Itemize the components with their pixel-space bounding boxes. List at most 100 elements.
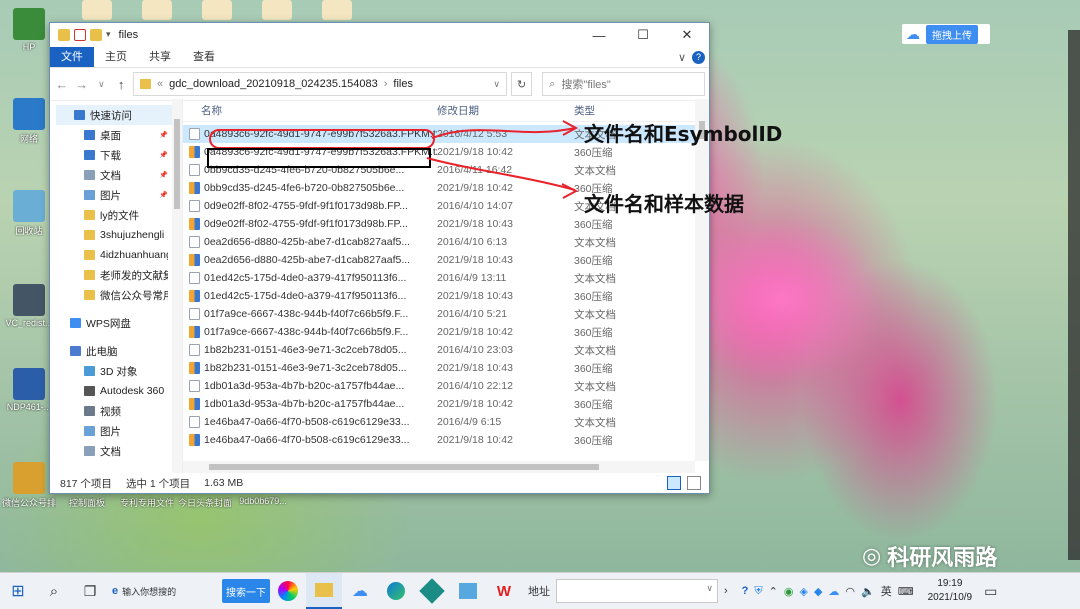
nav-item[interactable]: 下载 📌 (56, 145, 172, 165)
file-row[interactable]: 01f7a9ce-6667-438c-944b-f40f7c66b5f9.F..… (183, 323, 709, 341)
app-icon-color[interactable] (270, 573, 306, 609)
security-icon[interactable]: ◉ (784, 585, 794, 598)
file-row[interactable]: 1e46ba47-0a66-4f70-b508-c619c6129e33... 2… (183, 413, 709, 431)
nav-item[interactable]: 微信公众号常用图 (56, 285, 172, 305)
desktop-icon-partial[interactable] (202, 0, 232, 20)
nav-wps[interactable]: WPS网盘 (56, 313, 172, 333)
file-row[interactable]: 1e46ba47-0a66-4f70-b508-c619c6129e33... 2… (183, 431, 709, 449)
tray-app-icon[interactable]: ◈ (799, 585, 807, 598)
maximize-button[interactable]: ☐ (621, 23, 665, 47)
column-type[interactable]: 类型 (574, 103, 595, 118)
file-row[interactable]: 0ea2d656-d880-425b-abe7-d1cab827aaf5... 2… (183, 251, 709, 269)
nav-pc-item[interactable]: 图片 (56, 421, 172, 441)
nav-item[interactable]: ly的文件 (56, 205, 172, 225)
breadcrumb-parent[interactable]: gdc_download_20210918_024235.154083 (169, 78, 378, 90)
large-icons-view-button[interactable] (687, 476, 701, 490)
nav-item[interactable]: 4idzhuanhuang (56, 245, 172, 265)
tab-home[interactable]: 主页 (94, 47, 138, 67)
minimize-button[interactable]: — (577, 23, 621, 47)
quick-access-dropdown-icon[interactable]: ▾ (106, 29, 111, 41)
desktop-icon-partial[interactable] (142, 0, 172, 20)
nav-pc-item[interactable]: 文档 (56, 441, 172, 461)
file-row[interactable]: 01f7a9ce-6667-438c-944b-f40f7c66b5f9.F..… (183, 305, 709, 323)
address-dropdown-icon[interactable]: ∨ (706, 583, 713, 594)
desktop-icon-partial[interactable] (322, 0, 352, 20)
start-button[interactable]: ⊞ (0, 573, 36, 609)
upload-button[interactable]: 拖拽上传 (926, 24, 978, 44)
new-folder-icon[interactable] (90, 29, 102, 41)
desktop-icon-partial[interactable] (262, 0, 292, 20)
desktop-icon[interactable]: VC_redist... (2, 284, 56, 328)
chevron-up-icon[interactable]: ⌃ (769, 585, 778, 598)
task-view-icon[interactable]: ❐ (72, 573, 108, 609)
nav-pc-item[interactable]: 3D 对象 (56, 361, 172, 381)
desktop-icon-partial[interactable] (82, 0, 112, 20)
breadcrumb-current[interactable]: files (393, 78, 413, 90)
ribbon-expand-icon[interactable]: ∨ (678, 51, 686, 64)
file-row[interactable]: 1db01a3d-953a-4b7b-b20c-a1757fb44ae... 20… (183, 395, 709, 413)
refresh-button[interactable]: ↻ (511, 72, 533, 96)
address-bar[interactable]: « gdc_download_20210918_024235.154083 › … (133, 72, 507, 96)
nav-quick-access[interactable]: 快速访问 (56, 105, 172, 125)
desktop-icon[interactable]: 微信公众号排用图标素材 (2, 462, 56, 509)
address-input[interactable]: ∨ (556, 579, 718, 603)
baidu-netdisk-icon[interactable]: ☁ (342, 573, 378, 609)
nav-item[interactable]: 文档 📌 (56, 165, 172, 185)
tab-file[interactable]: 文件 (50, 47, 94, 67)
go-icon[interactable]: › (724, 585, 728, 597)
vertical-scrollbar[interactable] (695, 99, 709, 461)
file-row[interactable]: 1b82b231-0151-46e3-9e71-3c2ceb78d05... 20… (183, 341, 709, 359)
recent-locations-icon[interactable]: ∨ (94, 79, 110, 90)
desktop-icon[interactable]: NDP461-... (2, 368, 56, 412)
tab-view[interactable]: 查看 (182, 47, 226, 67)
file-row[interactable]: 01ed42c5-175d-4de0-a379-417f950113f6... 2… (183, 287, 709, 305)
nav-item[interactable]: 桌面 📌 (56, 125, 172, 145)
details-view-button[interactable] (667, 476, 681, 490)
back-button[interactable]: ← (54, 77, 70, 92)
properties-icon[interactable] (74, 29, 86, 41)
app-icon-teal[interactable] (414, 573, 450, 609)
ime-indicator[interactable]: 英 (881, 583, 892, 599)
search-icon[interactable]: ⌕ (36, 573, 72, 609)
nav-item[interactable]: 老师发的文献集合 (56, 265, 172, 285)
file-row[interactable]: 0ea2d656-d880-425b-abe7-d1cab827aaf5... 2… (183, 233, 709, 251)
cloud-tray-icon[interactable]: ☁ (828, 585, 839, 598)
file-explorer-taskbar-icon[interactable] (306, 573, 342, 609)
file-row[interactable]: 0d9e02ff-8f02-4755-9fdf-9f1f0173d98b.FP.… (183, 215, 709, 233)
horizontal-scrollbar[interactable] (183, 461, 695, 473)
column-date[interactable]: 修改日期 (437, 103, 574, 118)
nav-scrollbar[interactable] (172, 99, 182, 473)
edge-icon[interactable] (378, 573, 414, 609)
nav-pc-item[interactable]: 视频 (56, 401, 172, 421)
notification-icon[interactable]: ▭ (984, 583, 997, 600)
desktop-icon[interactable]: 网络 (2, 98, 56, 145)
help-icon[interactable]: ? (692, 50, 705, 64)
file-row[interactable]: 1b82b231-0151-46e3-9e71-3c2ceb78d05... 20… (183, 359, 709, 377)
file-row[interactable]: 1db01a3d-953a-4b7b-b20c-a1757fb44ae... 20… (183, 377, 709, 395)
nav-this-pc[interactable]: 此电脑 (56, 341, 172, 361)
nav-pc-item[interactable]: Autodesk 360 (56, 381, 172, 401)
network-icon[interactable]: ◠ (845, 585, 855, 598)
help-tray-icon[interactable]: ? (742, 585, 749, 597)
address-dropdown-icon[interactable]: ∨ (493, 79, 500, 90)
up-button[interactable]: ↑ (113, 77, 129, 92)
clock[interactable]: 19:19 2021/10/9 (928, 577, 973, 605)
tab-share[interactable]: 共享 (138, 47, 182, 67)
wps-icon[interactable]: W (486, 573, 522, 609)
desktop-icon[interactable]: HP (2, 8, 56, 52)
forward-button[interactable]: → (74, 77, 90, 92)
app-icon-blue[interactable] (450, 573, 486, 609)
shield-icon[interactable]: ⛨ (754, 585, 762, 598)
volume-icon[interactable]: 🔈 (861, 585, 875, 598)
file-row[interactable]: 01ed42c5-175d-4de0-a379-417f950113f6... 2… (183, 269, 709, 287)
browser-search-button[interactable]: 搜索一下 (222, 579, 270, 603)
desktop-icon[interactable]: 回收站 (2, 190, 56, 237)
browser-search-box[interactable]: e 输入你想搜的 (108, 580, 216, 602)
nav-item[interactable]: 图片 📌 (56, 185, 172, 205)
close-button[interactable]: ✕ (665, 23, 709, 47)
tray-app-icon-2[interactable]: ◆ (814, 585, 822, 598)
title-bar[interactable]: ▾ files — ☐ ✕ (50, 23, 709, 47)
search-input[interactable]: ⌕ 搜索"files" (542, 72, 705, 96)
upload-widget[interactable]: ☁ 拖拽上传 (902, 24, 990, 44)
column-name[interactable]: 名称 (183, 103, 437, 118)
